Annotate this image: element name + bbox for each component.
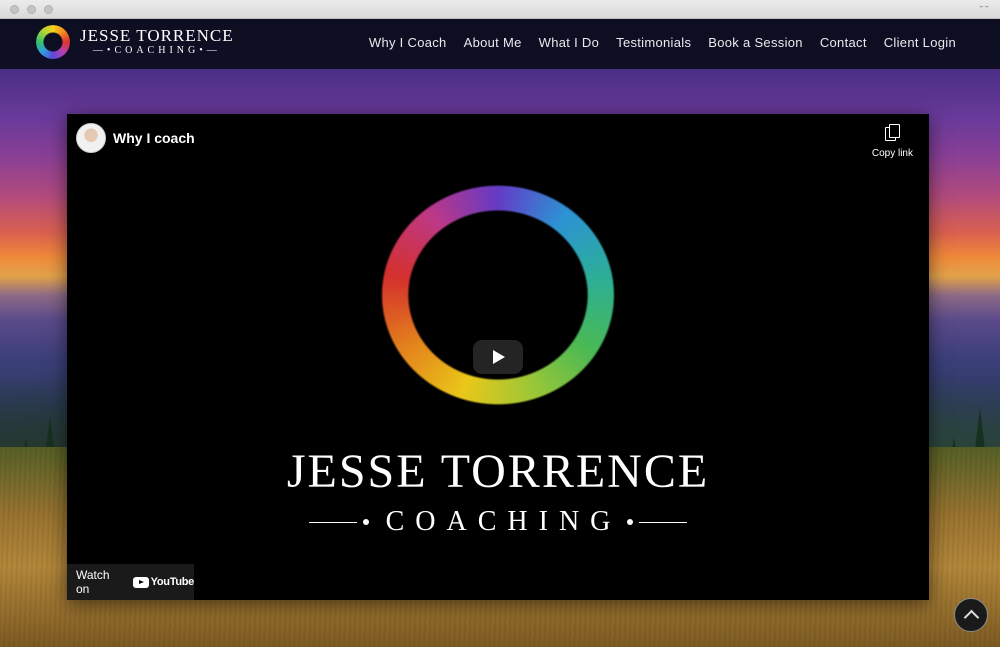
nav-what-i-do[interactable]: What I Do	[539, 35, 600, 50]
scroll-to-top-button[interactable]	[954, 598, 988, 632]
youtube-logo: YouTube	[132, 576, 195, 588]
divider-dot	[362, 519, 369, 525]
watch-on-label: Watch on	[76, 568, 110, 596]
video-logo-subtitle-row: COACHING	[286, 506, 710, 538]
logo-text: JESSE TORRENCE —•COACHING•—	[80, 27, 234, 57]
divider-line	[639, 521, 688, 523]
divider-dot	[627, 519, 634, 525]
video-logo-subtitle: COACHING	[385, 506, 622, 537]
divider-line	[308, 521, 357, 523]
logo-title: JESSE TORRENCE	[80, 26, 234, 45]
window-titlebar: ⁃⁃	[0, 0, 1000, 19]
channel-avatar[interactable]	[76, 123, 106, 153]
copy-link-button[interactable]: Copy link	[872, 124, 913, 159]
youtube-video-embed[interactable]: Why I coach Copy link JESSE TORRENCE COA…	[67, 114, 929, 600]
nav-testimonials[interactable]: Testimonials	[616, 35, 691, 50]
close-window-icon[interactable]	[10, 5, 19, 14]
nav-book-a-session[interactable]: Book a Session	[708, 35, 803, 50]
youtube-icon	[132, 576, 149, 588]
play-icon[interactable]	[473, 340, 523, 374]
youtube-wordmark: YouTube	[150, 576, 195, 588]
copy-icon	[885, 124, 901, 141]
window-resize-icon[interactable]: ⁃⁃	[979, 2, 990, 13]
site-logo[interactable]: JESSE TORRENCE —•COACHING•—	[36, 25, 234, 59]
site-header: JESSE TORRENCE —•COACHING•— Why I Coach …	[0, 19, 1000, 69]
nav-client-login[interactable]: Client Login	[884, 35, 956, 50]
main-nav: Why I Coach About Me What I Do Testimoni…	[369, 35, 956, 50]
video-title[interactable]: Why I coach	[113, 130, 195, 146]
rainbow-ring-icon	[36, 25, 70, 59]
nav-why-i-coach[interactable]: Why I Coach	[369, 35, 447, 50]
video-logo-title: JESSE TORRENCE	[286, 445, 710, 498]
logo-subtitle: —•COACHING•—	[92, 45, 221, 56]
minimize-window-icon[interactable]	[27, 5, 36, 14]
copy-link-label: Copy link	[871, 148, 913, 159]
nav-contact[interactable]: Contact	[820, 35, 867, 50]
watch-on-youtube-button[interactable]: Watch on YouTube	[67, 564, 194, 600]
rainbow-ring-icon	[376, 180, 620, 410]
nav-about-me[interactable]: About Me	[464, 35, 522, 50]
maximize-window-icon[interactable]	[44, 5, 53, 14]
